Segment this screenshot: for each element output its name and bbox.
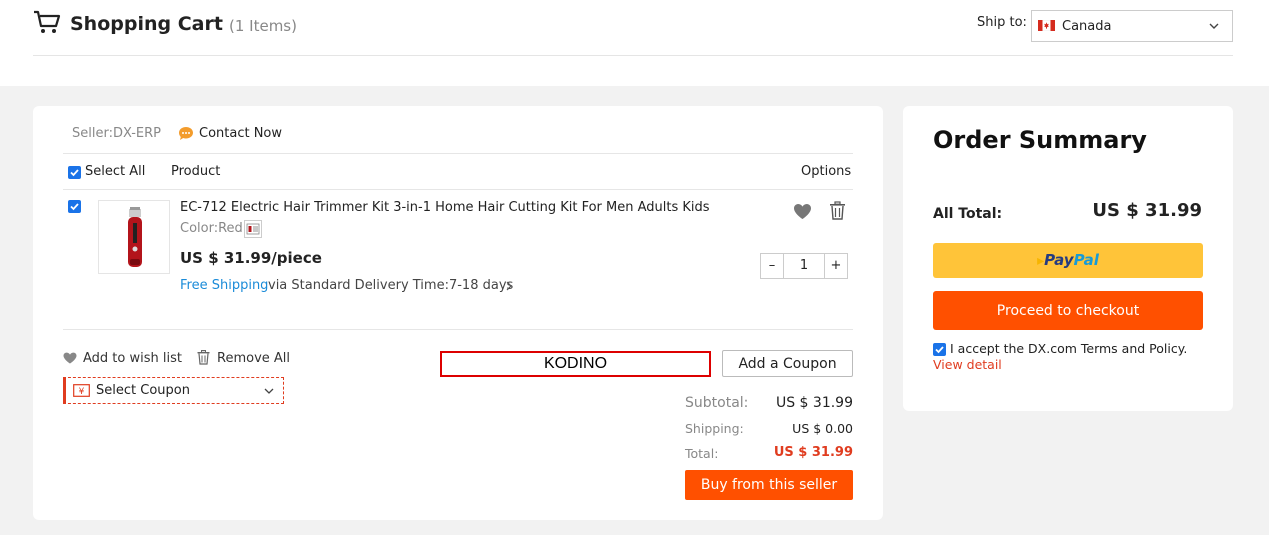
paypal-logo: ▸PayPal — [1037, 251, 1099, 269]
order-summary-panel: Order Summary All Total: US $ 31.99 ▸Pay… — [903, 106, 1233, 411]
decrease-quantity-button[interactable]: – — [761, 254, 783, 278]
coupon-icon: ¥ — [73, 384, 90, 397]
heart-icon[interactable] — [63, 352, 77, 364]
product-name-link[interactable]: EC-712 Electric Hair Trimmer Kit 3-in-1 … — [180, 200, 710, 215]
svg-text:¥: ¥ — [79, 387, 85, 397]
view-detail-link[interactable]: View detail — [933, 357, 1002, 372]
add-to-wishlist-link[interactable]: Add to wish list — [83, 351, 182, 366]
shipping-value: US $ 0.00 — [792, 421, 853, 436]
ship-to-select[interactable]: Canada — [1031, 10, 1233, 42]
trash-icon[interactable] — [197, 350, 210, 365]
increase-quantity-button[interactable]: + — [825, 254, 847, 278]
contact-now-link[interactable]: Contact Now — [199, 126, 282, 141]
chevron-down-icon — [264, 388, 274, 394]
select-coupon-label: Select Coupon — [96, 383, 190, 398]
divider — [33, 55, 1233, 56]
page-title: Shopping Cart — [70, 13, 223, 35]
heart-icon[interactable] — [793, 203, 812, 220]
proceed-to-checkout-button[interactable]: Proceed to checkout — [933, 291, 1203, 330]
shipping-label: Shipping: — [685, 421, 744, 436]
coupon-code-input[interactable] — [440, 351, 711, 377]
product-column-header: Product — [171, 164, 221, 179]
divider — [63, 329, 853, 330]
all-total-label: All Total: — [933, 206, 1003, 222]
accept-terms-checkbox[interactable] — [933, 343, 946, 356]
chat-icon[interactable] — [178, 126, 194, 141]
select-coupon-dropdown[interactable]: ¥ Select Coupon — [63, 377, 284, 404]
item-count: (1 Items) — [229, 17, 297, 35]
free-shipping-label: Free Shipping — [180, 278, 269, 293]
canada-flag-icon — [1038, 20, 1055, 31]
cart-panel: Seller:DX-ERP Contact Now Select All Pro… — [33, 106, 883, 520]
seller-name: Seller:DX-ERP — [72, 126, 162, 141]
select-all-label: Select All — [85, 164, 146, 179]
delivery-time-link[interactable]: via Standard Delivery Time:7-18 days — [268, 278, 513, 293]
ship-to-label: Ship to: — [977, 15, 1027, 30]
ship-to-value: Canada — [1062, 19, 1112, 34]
top-bar: Shopping Cart (1 Items) Ship to: Canada — [0, 0, 1269, 86]
options-column-header: Options — [801, 164, 852, 179]
subtotal-value: US $ 31.99 — [775, 395, 853, 411]
add-coupon-button[interactable]: Add a Coupon — [722, 350, 853, 377]
paypal-button[interactable]: ▸PayPal — [933, 243, 1203, 278]
accept-terms-label: I accept the DX.com Terms and Policy. — [950, 341, 1188, 356]
divider — [63, 189, 853, 190]
remove-all-link[interactable]: Remove All — [217, 351, 290, 366]
select-all-checkbox[interactable] — [68, 166, 81, 179]
quantity-stepper: – 1 + — [760, 253, 848, 279]
product-image[interactable] — [98, 200, 170, 274]
total-label: Total: — [685, 446, 719, 461]
color-swatch-icon[interactable] — [244, 220, 262, 238]
cart-icon — [34, 10, 61, 33]
total-value: US $ 31.99 — [773, 445, 853, 460]
quantity-input[interactable]: 1 — [783, 254, 825, 278]
divider — [63, 153, 853, 154]
subtotal-label: Subtotal: — [685, 395, 749, 411]
item-checkbox[interactable] — [68, 200, 81, 213]
trash-icon[interactable] — [829, 201, 846, 220]
order-summary-title: Order Summary — [933, 126, 1147, 154]
chevron-right-icon[interactable] — [505, 281, 513, 291]
all-total-value: US $ 31.99 — [1092, 200, 1202, 221]
product-price: US $ 31.99/piece — [180, 249, 322, 267]
buy-from-seller-button[interactable]: Buy from this seller — [685, 470, 853, 500]
product-color: Color:Red — [180, 221, 243, 236]
chevron-down-icon — [1209, 23, 1219, 29]
